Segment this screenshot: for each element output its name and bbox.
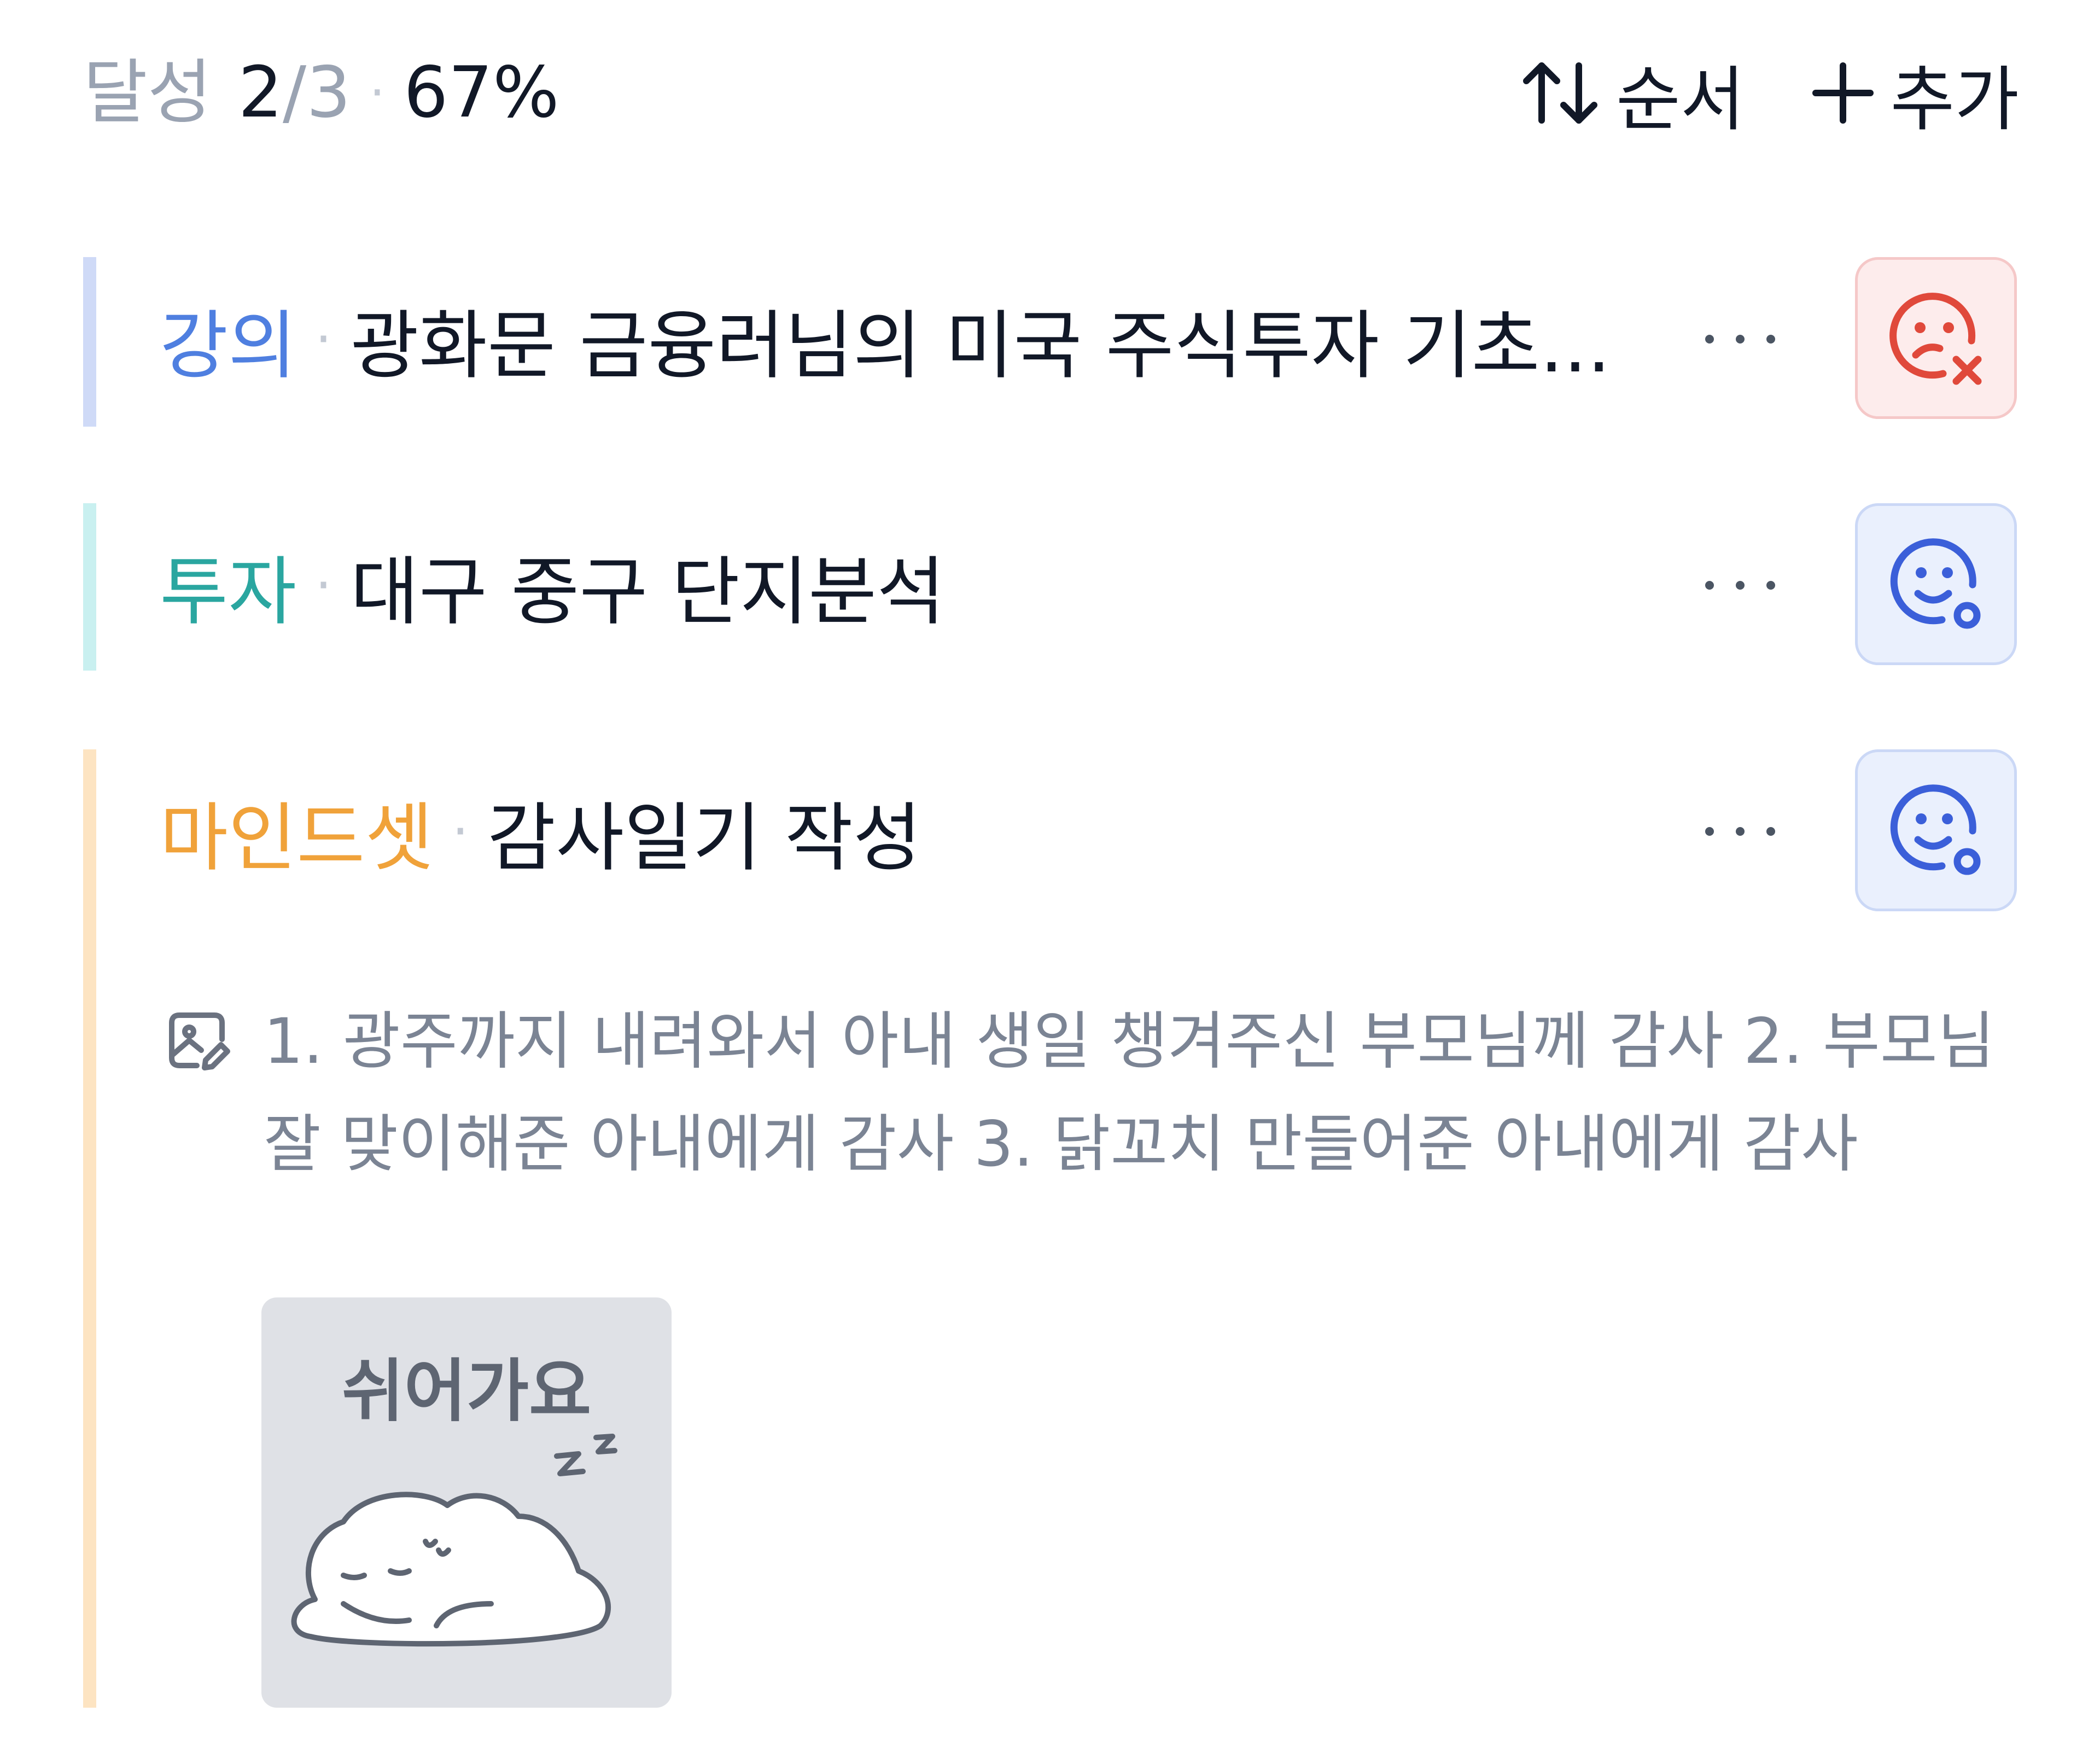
task-separator: · [452,801,469,862]
progress-label: 달성 [83,52,212,133]
memo-text: 1. 광주까지 내려와서 아내 생일 챙겨주신 부모님께 감사 2. 부모님 잘… [264,1005,1995,1180]
sort-button[interactable]: 순서 [1520,43,1745,144]
task-text: 투자 · 대구 중구 단지분석 [160,503,1746,667]
sort-arrows-icon [1520,57,1602,129]
more-options-button[interactable] [1691,749,1789,913]
task-category: 투자 [160,549,297,636]
task-item[interactable]: 투자 · 대구 중구 단지분석 [83,503,2019,671]
task-text: 강의 · 광화문 금융러님의 미국 주식투자 기초... [160,257,1746,421]
progress-separator: · [369,64,386,121]
task-category: 강의 [160,302,297,389]
more-options-button[interactable] [1691,257,1789,421]
task-separator: · [315,309,332,370]
progress-total-count: 3 [306,52,351,133]
task-item[interactable]: 강의 · 광화문 금융러님의 미국 주식투자 기초... [83,257,2019,427]
add-button[interactable]: 추가 [1810,43,2019,144]
progress-summary: 달성 2 / 3 · 67% [83,58,559,128]
progress-slash: / [282,52,307,133]
happy-face-o-icon [1879,526,1993,643]
more-options-button[interactable] [1691,503,1789,667]
progress-header: 달성 2 / 3 · 67% 순서 추가 [83,44,2019,142]
sad-face-x-icon [1879,280,1993,397]
progress-done-count: 2 [238,52,283,133]
sleeping-blob-illustration [291,1434,617,1647]
plus-icon [1810,60,1876,126]
mood-button[interactable] [1855,503,2017,665]
task-category: 마인드셋 [160,795,434,882]
mood-button[interactable] [1855,257,2017,419]
sort-label: 순서 [1615,59,1745,141]
task-title: 광화문 금융러님의 미국 주식투자 기초... [350,302,1611,389]
task-category-bar [83,503,96,671]
task-separator: · [315,555,332,616]
task-title: 대구 중구 단지분석 [350,549,946,636]
task-title: 감사일기 작성 [487,795,921,882]
header-actions: 순서 추가 [1520,43,2019,144]
sticker-image[interactable]: 쉬어가요 [261,1297,672,1708]
task-text: 마인드셋 · 감사일기 작성 [160,749,1746,913]
task-category-bar [83,749,96,1708]
happy-face-o-icon [1879,772,1993,889]
add-label: 추가 [1890,59,2019,141]
progress-percent: 67% [404,52,559,133]
mood-button[interactable] [1855,749,2017,911]
image-edit-icon [165,1009,231,1074]
task-category-bar [83,257,96,427]
